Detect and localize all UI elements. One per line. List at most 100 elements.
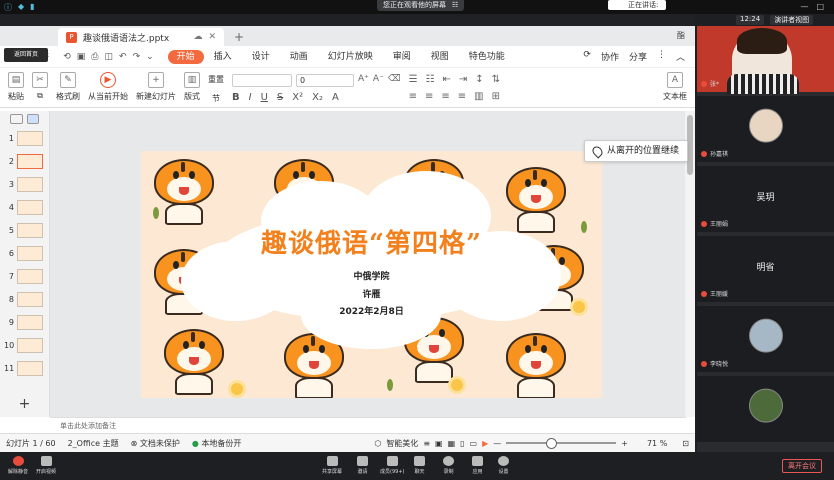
sync-icon[interactable]: ⟳ [583,50,591,63]
shield-icon[interactable]: ◆ [18,2,24,13]
collaborate-button[interactable]: 协作 [601,50,619,63]
menu-item-3[interactable]: 动画 [280,50,318,64]
font-size-select[interactable]: 0 [296,74,354,87]
justify-icon[interactable]: ≡ [458,91,466,102]
bullets-icon[interactable]: ☰ [409,74,418,85]
slide-thumbnail[interactable]: 7 [0,265,49,288]
slide-thumbnail[interactable]: 2 [0,150,49,173]
participant-tile-0[interactable]: 张* [697,26,834,94]
slide-thumbnail[interactable]: 1 [0,127,49,150]
numbering-icon[interactable]: ☷ [426,74,435,85]
settings-button[interactable]: 设置 [498,456,509,475]
bold-icon[interactable]: B [232,92,240,103]
align-center-icon[interactable]: ≡ [425,91,433,102]
slide-thumbnail[interactable]: 5 [0,219,49,242]
slide-date[interactable]: 2022年2月8日 [141,304,602,317]
font-color-icon[interactable]: A [332,92,339,103]
superscript-icon[interactable]: X² [292,92,303,103]
zoom-slider[interactable] [506,438,617,449]
reading-view-icon[interactable]: ▯ [460,439,464,448]
add-slide-icon[interactable]: + [0,391,50,417]
view-layout-button[interactable]: 演讲者视图 [770,15,814,25]
slide-thumbnail[interactable]: 9 [0,311,49,334]
shrink-font-icon[interactable]: A⁻ [373,74,384,87]
zoom-out-icon[interactable]: — [493,439,501,448]
outline-view-icon[interactable] [10,114,23,124]
home-button[interactable]: 返回首页 [4,48,48,62]
screen-share-banner[interactable]: 您正在观看他的屏幕 ☷ [377,0,465,11]
redo-icon[interactable]: ↷ [133,52,141,62]
slide-thumbnail[interactable]: 6 [0,242,49,265]
text-direction-icon[interactable]: ⇅ [492,74,500,85]
text-box-button[interactable]: A 文本框 [663,72,687,102]
fit-window-icon[interactable]: ⊡ [682,439,689,448]
slide-author[interactable]: 许雁 [141,287,602,300]
slide-title[interactable]: 趣谈俄语“第四格” [141,223,602,260]
clear-format-icon[interactable]: ⌫ [388,74,401,87]
font-family-select[interactable] [232,74,292,87]
reset-button[interactable]: 重置 [208,74,224,85]
align-text-icon[interactable]: ⊞ [492,91,500,102]
menu-item-2[interactable]: 设计 [242,50,280,64]
presenter-icon[interactable]: ▭ [470,439,478,448]
layout-button[interactable]: ▥ 版式 [184,72,200,102]
share-button[interactable]: 分享 [629,50,647,63]
menu-item-1[interactable]: 插入 [204,50,242,64]
underline-icon[interactable]: U [261,92,268,103]
share-banner-icon[interactable]: ☷ [452,0,458,11]
play-slideshow-icon[interactable]: ▶ [482,439,488,448]
members-button[interactable]: 成员(99+) [380,456,404,475]
slide-thumbnail[interactable]: 3 [0,173,49,196]
participant-tile-1[interactable]: 孙嘉祺 [697,96,834,164]
backup-status[interactable]: ● 本地备份开 [192,438,242,449]
invite-button[interactable]: 邀请 [357,456,368,475]
menu-item-4[interactable]: 幻灯片放映 [318,50,383,64]
open-icon[interactable]: ⟲ [63,52,71,62]
thumbnail-view-icon[interactable] [26,114,39,124]
slide-thumbnail[interactable]: 11 [0,357,49,380]
save-icon[interactable]: ▣ [77,52,86,62]
menu-item-6[interactable]: 视图 [421,50,459,64]
italic-icon[interactable]: I [249,92,252,103]
print-icon[interactable]: ⎙ [91,52,98,62]
notes-area[interactable]: 单击此处添加备注 [50,417,686,433]
unmute-button[interactable]: 解除静音 [8,456,28,475]
columns-icon[interactable]: ▥ [474,91,483,102]
sorter-view-icon[interactable]: ▦ [448,439,456,448]
participant-tile-3[interactable]: 明省 王丽媛 [697,236,834,304]
collapse-ribbon-icon[interactable]: ︿ [676,50,685,63]
user-label[interactable]: 酯 [677,30,685,41]
indent-icon[interactable]: ⇥ [459,74,467,85]
share-screen-button[interactable]: 共享屏幕 [322,456,342,475]
slide-thumbnail[interactable]: 4 [0,196,49,219]
export-icon[interactable]: ◫ [105,52,114,62]
more-menu-icon[interactable]: ⋮ [657,50,666,63]
beautify-button[interactable]: 智能美化 [386,438,418,449]
strikethrough-icon[interactable]: S [277,92,283,103]
play-from-current-button[interactable]: ▶ 从当前开始 [88,72,128,102]
participant-tile-2[interactable]: 吴玥 王丽娟 [697,166,834,234]
new-tab-icon[interactable]: + [234,30,244,44]
new-slide-button[interactable]: + 新建幻灯片 [136,72,176,102]
theme-name[interactable]: 2_Office 主题 [68,438,119,449]
info-icon[interactable]: ⓘ [4,2,12,13]
paste-button[interactable]: ▤ 粘贴 [8,72,24,102]
start-video-button[interactable]: 开启视频 [36,456,56,475]
close-tab-icon[interactable]: ✕ [208,32,216,42]
maximize-icon[interactable]: □ [816,2,824,11]
align-left-icon[interactable]: ≡ [409,91,417,102]
outdent-icon[interactable]: ⇤ [443,74,451,85]
cloud-icon[interactable]: ☁ [193,32,202,42]
more-icon[interactable]: ⌄ [146,52,154,62]
zoom-in-icon[interactable]: + [621,439,628,448]
leave-meeting-button[interactable]: 离开会议 [782,459,822,473]
normal-view-icon[interactable]: ▣ [435,439,443,448]
participant-tile-5[interactable] [697,376,834,444]
minimize-icon[interactable]: — [800,2,808,11]
notes-toggle-icon[interactable]: ≡ [423,439,430,448]
apps-button[interactable]: 应用 [472,456,483,475]
reset-section-group[interactable]: 重置 节 [208,72,224,104]
grow-font-icon[interactable]: A⁺ [358,74,369,87]
cut-copy-group[interactable]: ✂ ⧉ [32,72,48,101]
chat-button[interactable]: 聊天 [414,456,425,475]
